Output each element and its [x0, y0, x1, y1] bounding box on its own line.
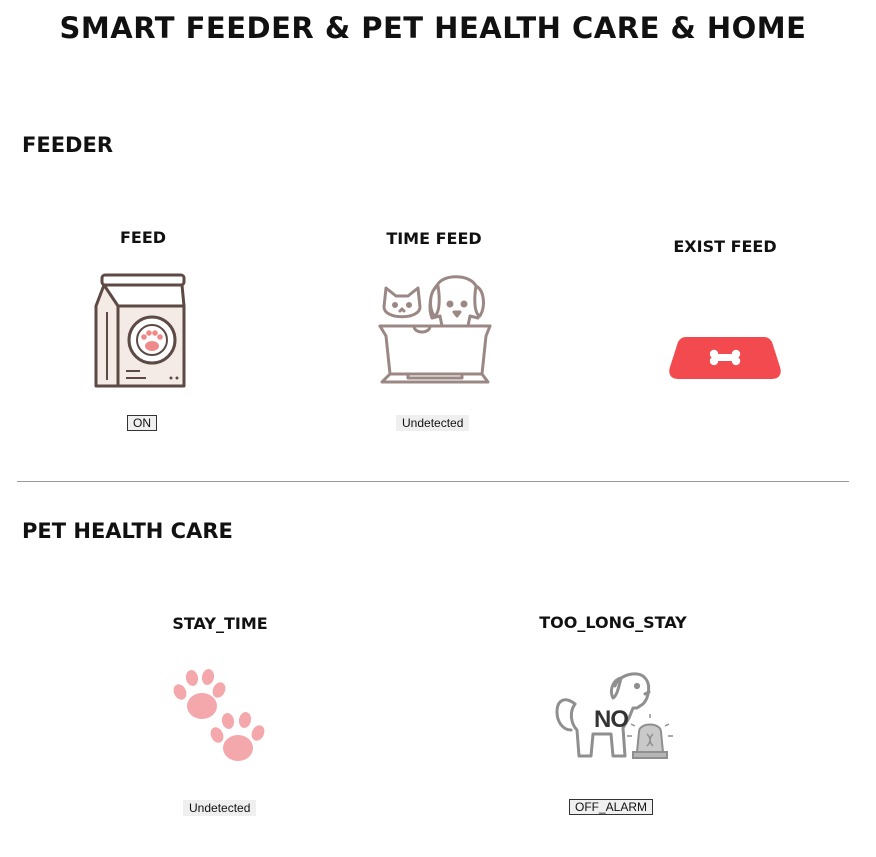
time-feed-status[interactable]: Undetected [396, 415, 470, 431]
card-title-stay-time: STAY_TIME [172, 614, 268, 633]
pet-food-bag-icon [94, 272, 192, 396]
stay-time-status[interactable]: Undetected [183, 800, 257, 816]
card-too-long-stay: TOO_LONG_STAY [533, 612, 693, 634]
card-title-too-long-stay: TOO_LONG_STAY [539, 613, 687, 632]
card-title-exist-feed: EXIST FEED [673, 237, 777, 256]
card-feed: FEED [93, 227, 193, 249]
cat-and-dog-icon [378, 274, 493, 394]
no-label: NO [594, 706, 629, 733]
card-title-feed: FEED [119, 228, 167, 247]
section-divider [17, 481, 849, 482]
too-long-stay-status[interactable]: OFF_ALARM [569, 799, 654, 815]
card-time-feed: TIME FEED [374, 228, 494, 250]
page-title: SMART FEEDER & PET HEALTH CARE & HOME [59, 11, 807, 45]
section-title-health: PET HEALTH CARE [22, 519, 233, 543]
section-title-feeder: FEEDER [22, 133, 113, 157]
card-title-time-feed: TIME FEED [386, 229, 482, 248]
paw-prints-icon [168, 668, 272, 770]
feed-status[interactable]: ON [127, 415, 157, 431]
dog-alarm-icon: NO [553, 668, 673, 766]
card-exist-feed: EXIST FEED [665, 236, 785, 258]
card-stay-time: STAY_TIME [160, 613, 280, 635]
bone-bowl-icon [668, 335, 782, 385]
